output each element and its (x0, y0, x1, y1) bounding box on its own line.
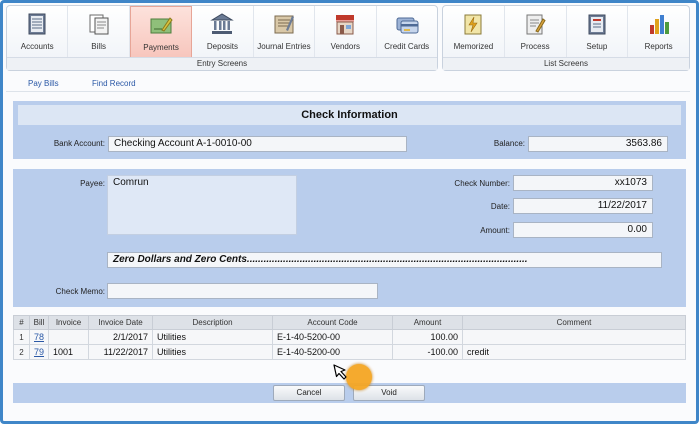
check-memo-field[interactable] (107, 283, 378, 299)
store-icon (336, 15, 355, 35)
bank-icon (210, 13, 235, 34)
account-code-cell: E-1-40-5200-00 (272, 344, 394, 360)
toolbar-setup[interactable]: Setup (567, 6, 629, 58)
toolbar-credit-cards[interactable]: Credit Cards (377, 6, 437, 58)
toolbar-memorized-label: Memorized (453, 42, 494, 51)
toolbar-journal-entries-label: Journal Entries (257, 42, 311, 51)
ledger-icon (28, 13, 46, 35)
toolbar-bills[interactable]: Bills (68, 6, 130, 58)
journal-icon (274, 15, 294, 34)
bills-icon (89, 14, 109, 35)
bill-link[interactable]: 78 (34, 332, 44, 342)
toolbar-process[interactable]: Process (505, 6, 567, 58)
pointer-cursor-icon (333, 364, 347, 380)
table-header-row: # Bill Invoice Invoice Date Description … (13, 315, 686, 330)
payee-label: Payee: (80, 179, 105, 188)
check-number-label: Check Number: (454, 179, 510, 188)
payee-panel: Payee: Comrun Check Number: xx1073 Date:… (13, 169, 686, 307)
date-field[interactable]: 11/22/2017 (513, 198, 653, 214)
toolbar-payments[interactable]: Payments (129, 6, 193, 58)
payee-field[interactable]: Comrun (107, 175, 297, 235)
column-header-account-code: Account Code (272, 315, 394, 330)
list-screens-group: Memorized Process Setup Reports List Scr… (442, 5, 690, 71)
column-header-amount: Amount (392, 315, 464, 330)
toolbar-setup-label: Setup (586, 42, 608, 51)
description-cell: Utilities (152, 344, 274, 360)
toolbar-memorized[interactable]: Memorized (443, 6, 505, 58)
toolbar-vendors[interactable]: Vendors (315, 6, 377, 58)
amount-cell: 100.00 (392, 329, 464, 345)
date-label: Date: (490, 202, 510, 211)
pay-bills-link[interactable]: Pay Bills (28, 79, 59, 88)
toolbar-reports-label: Reports (644, 42, 673, 51)
check-number-field[interactable]: xx1073 (513, 175, 653, 191)
credit-card-icon (396, 17, 419, 34)
check-memo-label: Check Memo: (55, 287, 105, 296)
row-number: 2 (13, 344, 30, 360)
column-header-invoice: Invoice (48, 315, 90, 330)
toolbar-process-label: Process (520, 42, 550, 51)
toolbar-deposits-label: Deposits (206, 42, 239, 51)
table-row[interactable]: 2 79 1001 11/22/2017 Utilities E-1-40-52… (13, 344, 686, 360)
bill-cell: 78 (28, 329, 50, 345)
balance-label: Balance: (493, 139, 525, 148)
toolbar-accounts[interactable]: Accounts (7, 6, 69, 58)
toolbar-accounts-label: Accounts (20, 42, 54, 51)
column-header-invoice-date: Invoice Date (88, 315, 154, 330)
description-cell: Utilities (152, 329, 274, 345)
toolbar: Accounts Bills Payments Deposits Journal… (6, 5, 690, 73)
sub-navigation: Pay Bills Find Record (6, 76, 690, 92)
entry-screens-group: Accounts Bills Payments Deposits Journal… (6, 5, 438, 71)
amount-cell: -100.00 (392, 344, 464, 360)
process-icon (526, 14, 546, 35)
toolbar-deposits[interactable]: Deposits (192, 6, 254, 58)
list-screens-label: List Screens (443, 57, 689, 70)
row-number: 1 (13, 329, 30, 345)
find-record-link[interactable]: Find Record (92, 79, 136, 88)
entry-screens-label: Entry Screens (7, 57, 437, 70)
toolbar-vendors-label: Vendors (330, 42, 360, 51)
column-header-number: # (13, 315, 30, 330)
cancel-button[interactable]: Cancel (273, 385, 345, 401)
bank-account-field[interactable]: Checking Account A-1-0010-00 (108, 136, 407, 152)
comment-cell: credit (462, 344, 686, 360)
payment-check-icon (150, 17, 173, 34)
toolbar-payments-label: Payments (143, 43, 179, 52)
comment-cell (462, 329, 686, 345)
bills-table: # Bill Invoice Invoice Date Description … (13, 315, 686, 360)
toolbar-credit-cards-label: Credit Cards (384, 42, 430, 51)
toolbar-bills-label: Bills (91, 42, 106, 51)
reports-chart-icon (649, 15, 669, 34)
memorized-icon (464, 14, 482, 35)
bill-link[interactable]: 79 (34, 347, 44, 357)
setup-icon (588, 14, 606, 35)
column-header-bill: Bill (28, 315, 50, 330)
account-code-cell: E-1-40-5200-00 (272, 329, 394, 345)
amount-label: Amount: (480, 226, 510, 235)
invoice-cell (48, 329, 90, 345)
column-header-comment: Comment (462, 315, 686, 330)
toolbar-journal-entries[interactable]: Journal Entries (254, 6, 316, 58)
toolbar-reports[interactable]: Reports (628, 6, 689, 58)
balance-field: 3563.86 (528, 136, 668, 152)
invoice-date-cell: 11/22/2017 (88, 344, 154, 360)
table-row[interactable]: 1 78 2/1/2017 Utilities E-1-40-5200-00 1… (13, 329, 686, 345)
invoice-cell: 1001 (48, 344, 90, 360)
bank-account-label: Bank Account: (53, 139, 105, 148)
check-information-title: Check Information (18, 105, 681, 125)
bill-cell: 79 (28, 344, 50, 360)
amount-field: 0.00 (513, 222, 653, 238)
check-information-panel: Check Information Bank Account: Checking… (13, 101, 686, 159)
amount-in-words-field: Zero Dollars and Zero Cents.............… (107, 252, 662, 268)
invoice-date-cell: 2/1/2017 (88, 329, 154, 345)
column-header-description: Description (152, 315, 274, 330)
